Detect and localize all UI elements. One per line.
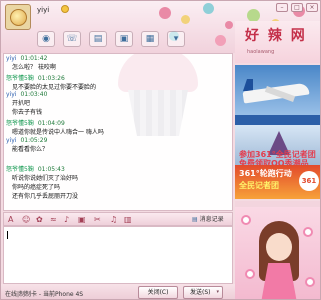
send-label: 发送(S)	[190, 289, 211, 296]
message-text: 你去子有钱	[12, 109, 43, 116]
message: 怒爷懂5鞠 01:05:43 听说你说她们灭了治好吗 你吗的癌症死了吗 还有你几乎…	[6, 164, 78, 200]
sender-name: 怒爷懂5鞠	[6, 75, 34, 82]
contact-name[interactable]: yiyi	[37, 6, 49, 14]
window-controls: – □ ×	[276, 3, 318, 12]
message-text: 能看看你么？	[12, 146, 49, 153]
sender-name: yiyi	[6, 55, 17, 62]
image-icon[interactable]: ▣	[78, 214, 86, 225]
airplane-ad-banner[interactable]	[235, 65, 320, 125]
flower-icon	[245, 269, 255, 279]
application-icon[interactable]: ▦	[141, 31, 159, 47]
chat-toolbar: ◉ ☏ ▤ ▣ ▦ ▾	[37, 31, 185, 47]
message-text: 听说你说她们灭了治好吗	[12, 175, 79, 182]
online-status-icon	[61, 5, 69, 13]
message-text: 怎么啦？ 祛咬啊	[12, 64, 56, 71]
361-logo-badge: 361	[299, 171, 319, 191]
sender-name: 怒爷懂5鞠	[6, 166, 34, 173]
voice-message-icon[interactable]: ♪	[64, 214, 69, 225]
message-time: 01:01:42	[20, 55, 48, 62]
sender-name: yiyi	[6, 91, 17, 98]
message: yiyi 01:01:42 怎么啦？ 祛咬啊	[6, 55, 56, 71]
message: 怒爷懂5鞠 01:04:09 嗯道你就是传说中人嗨合一 嗨人吗	[6, 118, 104, 136]
emoji-icon[interactable]: ☺	[22, 214, 30, 225]
message-time: 01:03:26	[37, 75, 65, 82]
airplane-icon	[243, 79, 253, 91]
message: yiyi 01:05:29 能看看你么？	[6, 137, 48, 153]
input-toolbar: A ☺ ✿ ≈ ♪ ▣ ✂ ♫ ▥ ▤ 消息记录	[3, 212, 233, 226]
text-caret	[7, 231, 8, 239]
chat-history[interactable]: yiyi 01:01:42 怎么啦？ 祛咬啊 怒爷懂5鞠 01:03:26 见不要脸…	[3, 53, 233, 211]
brand-logo: 好 辣 网	[245, 28, 307, 44]
magic-face-icon[interactable]: ✿	[36, 214, 43, 225]
footer-bar: 在线|制制卡 - 当前Phone 4S 关闭(C) 发送(S) ▾	[1, 284, 237, 299]
361-ad-banner[interactable]: 361°轮跑行动 全民记者团 361	[235, 165, 320, 199]
qq-chat-window: yiyi – □ × ◉ ☏ ▤ ▣ ▦ ▾ yiyi 01:01:42 怎么啦？…	[0, 0, 321, 300]
sender-name: 怒爷懂5鞠	[6, 120, 34, 127]
361-ad-line1: 361°轮跑行动	[239, 169, 292, 178]
minimize-button[interactable]: –	[276, 3, 288, 12]
message-text: 还有你几乎丢屁丽开刀没	[12, 193, 79, 200]
shake-icon[interactable]: ≈	[50, 214, 57, 225]
message: 怒爷懂5鞠 01:03:26 见不要脸的太见过你要不要脸的	[6, 73, 96, 91]
music-icon[interactable]: ♫	[110, 214, 117, 225]
more-icon[interactable]: ▾	[167, 31, 185, 47]
message-record-label: 消息记录	[199, 216, 224, 223]
avatar-sun-icon	[10, 9, 27, 26]
sender-name: yiyi	[6, 137, 17, 144]
send-button[interactable]: 发送(S) ▾	[183, 286, 223, 299]
flower-icon	[305, 277, 315, 287]
screenshot-icon[interactable]: ✂	[94, 214, 101, 225]
qq-show-avatar[interactable]	[235, 207, 320, 299]
flower-icon	[303, 227, 313, 237]
message: yiyi 01:03:40 开扒吧 你去子有钱	[6, 91, 47, 116]
font-icon[interactable]: A	[8, 214, 13, 225]
close-button[interactable]: 关闭(C)	[138, 286, 178, 299]
device-status: 在线|制制卡 - 当前Phone 4S	[5, 291, 84, 298]
maximize-button[interactable]: □	[291, 3, 303, 12]
voice-call-icon[interactable]: ☏	[63, 31, 81, 47]
gift-icon[interactable]: ▥	[124, 214, 132, 225]
remote-assist-icon[interactable]: ▣	[115, 31, 133, 47]
flower-icon	[241, 215, 251, 225]
brand-subtitle: haolawang	[247, 49, 275, 55]
video-call-icon[interactable]: ◉	[37, 31, 55, 47]
message-text: 嗯道你就是传说中人嗨合一 嗨人吗	[12, 129, 104, 136]
ad-sidebar: 好 辣 网 haolawang 参加361°全民记者团 免费领取QQ秀潮品 36…	[235, 15, 320, 299]
send-options-chevron-icon[interactable]: ▾	[216, 287, 219, 298]
message-text: 开扒吧	[12, 100, 31, 107]
message-text: 你吗的癌症死了吗	[12, 184, 61, 191]
message-input[interactable]	[3, 226, 233, 284]
brand-ad-banner[interactable]: 好 辣 网 haolawang	[235, 21, 320, 63]
361-ad-line2: 全民记者团	[239, 181, 279, 190]
message-time: 01:05:43	[37, 166, 65, 173]
reporter-ad-banner[interactable]: 参加361°全民记者团 免费领取QQ秀潮品	[235, 125, 320, 168]
message-record-button[interactable]: ▤ 消息记录	[192, 214, 224, 225]
message-time: 01:05:29	[20, 137, 48, 144]
cupcake-background	[104, 54, 212, 140]
message-time: 01:03:40	[20, 91, 48, 98]
message-time: 01:04:09	[37, 120, 65, 127]
send-file-icon[interactable]: ▤	[89, 31, 107, 47]
message-text: 见不要脸的太见过你要不要脸的	[12, 84, 97, 91]
contact-avatar[interactable]	[5, 4, 31, 30]
history-icon: ▤	[192, 216, 198, 223]
close-window-button[interactable]: ×	[306, 3, 318, 12]
